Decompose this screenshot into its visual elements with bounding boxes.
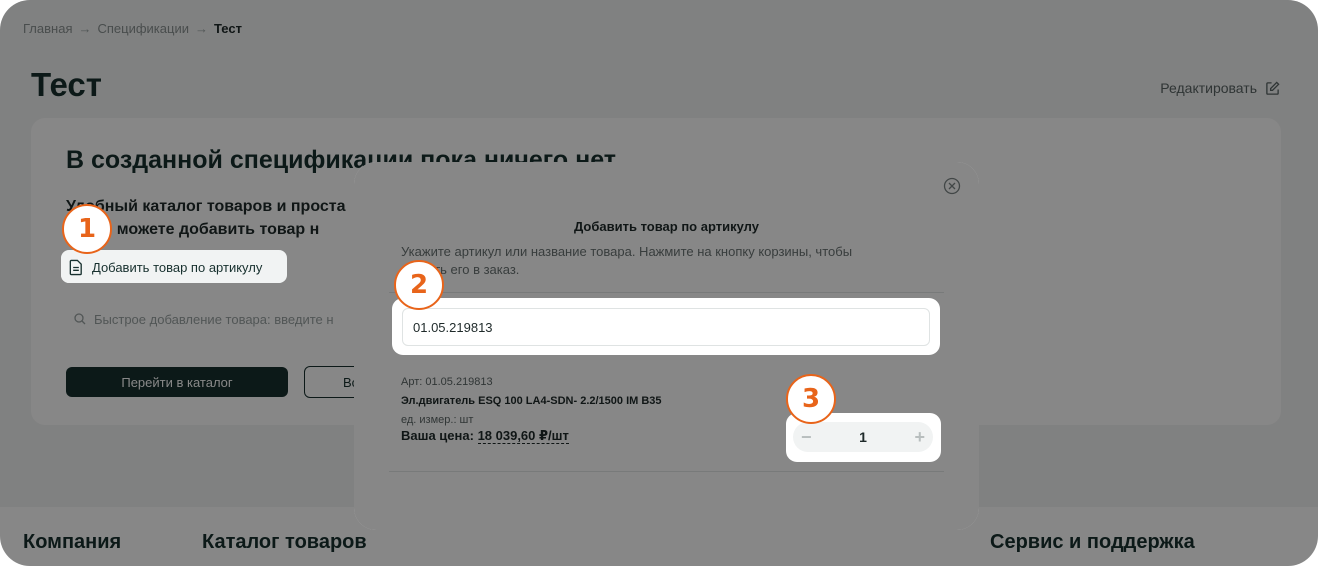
article-input-spotlight: 01.05.219813 xyxy=(392,298,940,355)
step-badge-2: 2 xyxy=(394,260,444,310)
decrease-button[interactable]: − xyxy=(801,427,812,448)
add-by-article-label: Добавить товар по артикулу xyxy=(92,259,263,275)
screen-frame: Главная → Спецификации → Тест Тест Редак… xyxy=(0,0,1318,566)
document-icon xyxy=(69,259,82,275)
step-badge-1: 1 xyxy=(62,204,112,254)
step-badge-3: 3 xyxy=(786,374,836,424)
add-by-article-button[interactable]: Добавить товар по артикулу xyxy=(61,251,286,283)
increase-button[interactable]: + xyxy=(914,427,925,448)
quantity-stepper[interactable]: − 1 + xyxy=(793,422,933,452)
quantity-value[interactable]: 1 xyxy=(859,429,867,445)
article-input[interactable]: 01.05.219813 xyxy=(402,308,930,346)
